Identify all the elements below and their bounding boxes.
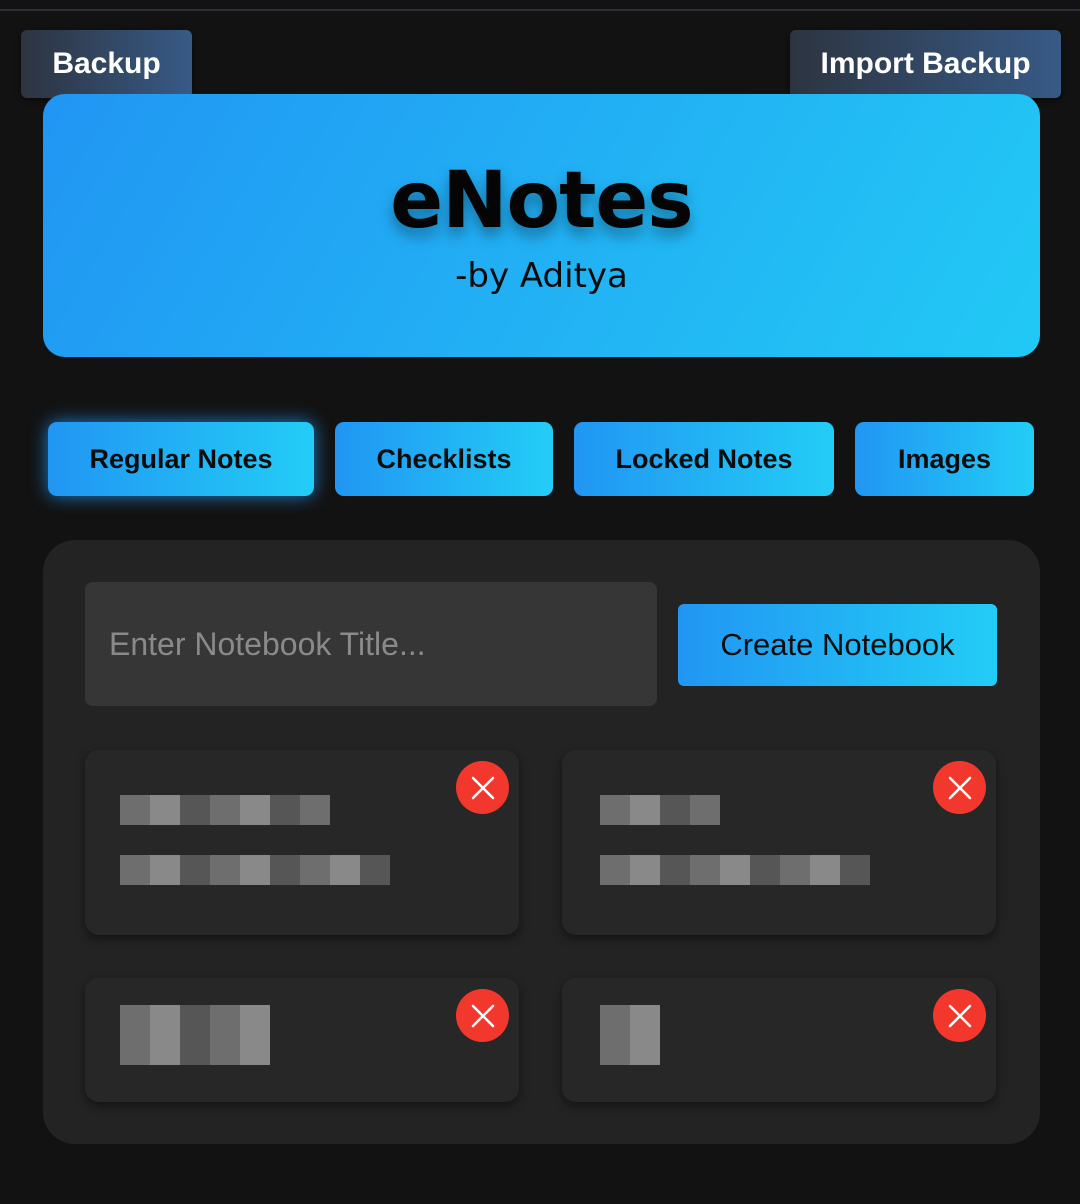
create-notebook-button[interactable]: Create Notebook xyxy=(678,604,997,686)
notebook-card[interactable] xyxy=(85,978,519,1102)
notebook-title-redacted xyxy=(120,795,330,825)
top-divider xyxy=(0,0,1080,11)
import-backup-button[interactable]: Import Backup xyxy=(790,30,1061,98)
close-icon xyxy=(948,776,971,799)
close-icon xyxy=(948,1004,971,1027)
app-subtitle: -by Aditya xyxy=(455,256,628,296)
notebook-card[interactable] xyxy=(85,750,519,935)
app-root: Backup Import Backup eNotes -by Aditya R… xyxy=(0,0,1080,1204)
notebook-title-redacted xyxy=(120,1005,270,1065)
delete-notebook-button[interactable] xyxy=(456,989,509,1042)
close-icon xyxy=(471,776,494,799)
delete-notebook-button[interactable] xyxy=(933,989,986,1042)
notebook-title-redacted xyxy=(600,1005,660,1065)
close-icon xyxy=(471,1004,494,1027)
tab-locked-notes[interactable]: Locked Notes xyxy=(574,422,834,496)
tab-regular-notes[interactable]: Regular Notes xyxy=(48,422,314,496)
backup-button[interactable]: Backup xyxy=(21,30,192,98)
notebook-card[interactable] xyxy=(562,750,996,935)
notebook-title-input[interactable] xyxy=(85,582,657,706)
app-title: eNotes xyxy=(390,156,693,246)
notebook-card[interactable] xyxy=(562,978,996,1102)
delete-notebook-button[interactable] xyxy=(456,761,509,814)
notebook-description-redacted xyxy=(600,855,870,885)
tab-checklists[interactable]: Checklists xyxy=(335,422,553,496)
notebook-title-redacted xyxy=(600,795,720,825)
tab-images[interactable]: Images xyxy=(855,422,1034,496)
delete-notebook-button[interactable] xyxy=(933,761,986,814)
app-header: eNotes -by Aditya xyxy=(43,94,1040,357)
notebook-description-redacted xyxy=(120,855,390,885)
